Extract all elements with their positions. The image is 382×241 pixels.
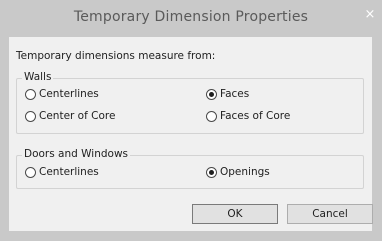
radio-indicator	[25, 88, 36, 100]
radio-label: Center of Core	[39, 110, 116, 122]
walls-faces-of-core-radio[interactable]: Faces of Core	[206, 110, 290, 122]
dialog-title: Temporary Dimension Properties	[73, 9, 309, 25]
measure-from-label: Temporary dimensions measure from:	[16, 50, 216, 62]
ok-button[interactable]: OK	[192, 204, 278, 224]
radio-indicator-checked	[206, 166, 217, 178]
title-bar[interactable]: Temporary Dimension Properties ×	[0, 0, 382, 37]
doors-and-windows-group: Doors and Windows Centerlines Openings	[16, 148, 364, 189]
radio-indicator-checked	[206, 88, 217, 100]
radio-label: Centerlines	[39, 88, 99, 100]
walls-group: Walls Centerlines Faces Center of Core F…	[16, 71, 364, 134]
radio-indicator	[206, 110, 217, 122]
cancel-button[interactable]: Cancel	[287, 204, 373, 224]
doors-centerlines-radio[interactable]: Centerlines	[25, 166, 99, 178]
dialog-content: Temporary dimensions measure from: Walls…	[9, 37, 373, 231]
radio-label: Faces of Core	[220, 110, 291, 122]
walls-center-of-core-radio[interactable]: Center of Core	[25, 110, 115, 122]
radio-label: Faces	[220, 88, 250, 100]
radio-indicator	[25, 110, 36, 122]
walls-group-label: Walls	[22, 71, 54, 83]
walls-centerlines-radio[interactable]: Centerlines	[25, 88, 99, 100]
radio-indicator	[25, 166, 36, 178]
walls-faces-radio[interactable]: Faces	[206, 88, 249, 100]
close-icon[interactable]: ×	[362, 7, 378, 23]
doors-openings-radio[interactable]: Openings	[206, 166, 270, 178]
doors-and-windows-group-label: Doors and Windows	[22, 148, 131, 160]
radio-label: Openings	[220, 166, 270, 178]
temporary-dimension-properties-dialog: Temporary Dimension Properties × Tempora…	[0, 0, 382, 241]
radio-label: Centerlines	[39, 166, 99, 178]
